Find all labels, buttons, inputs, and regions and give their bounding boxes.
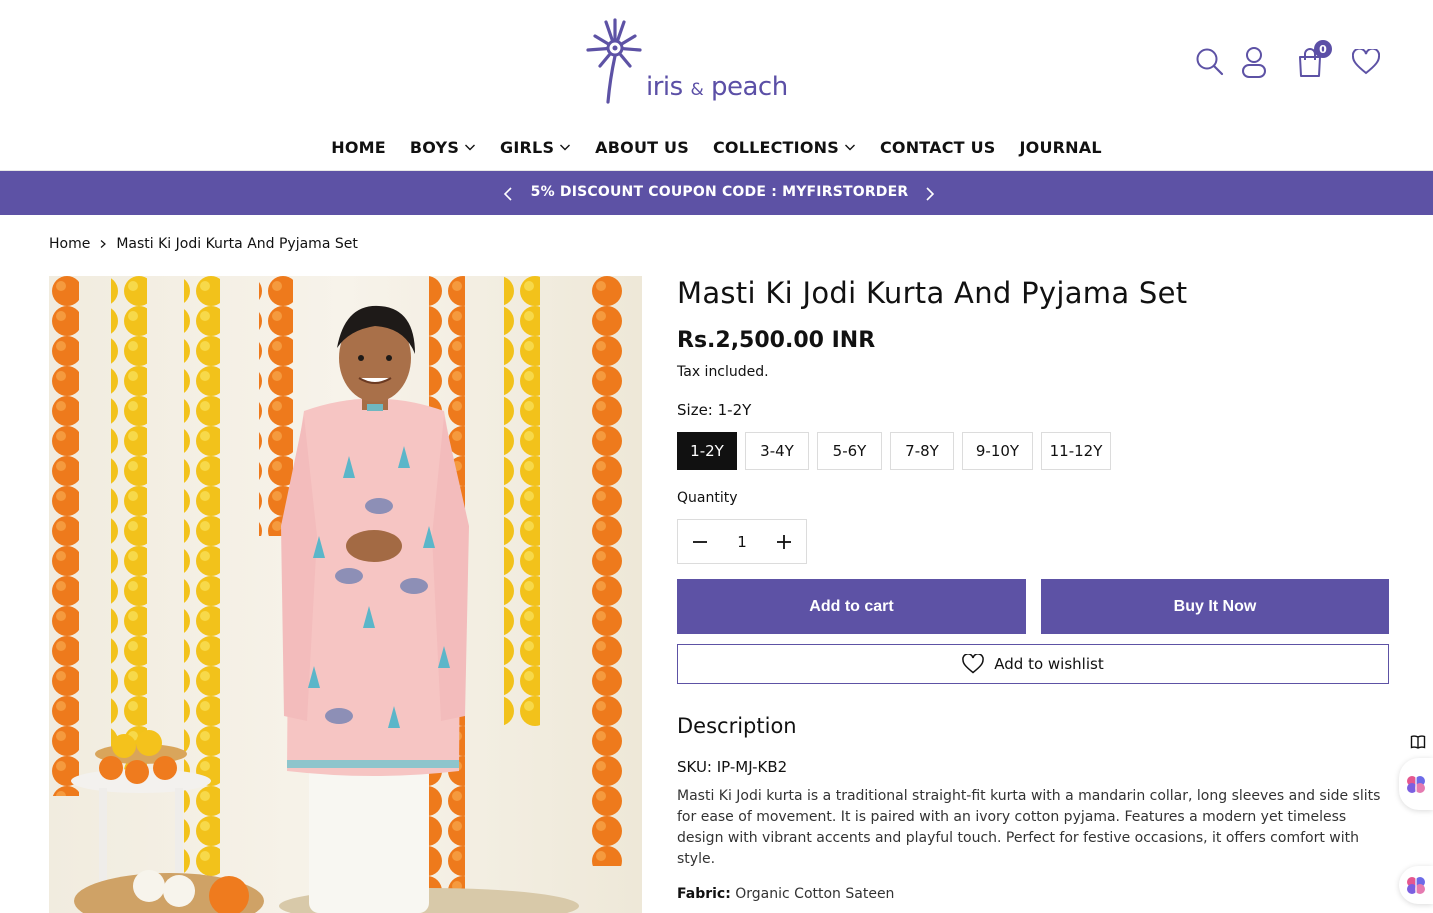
- nav-item-about-us[interactable]: ABOUT US: [595, 134, 689, 160]
- breadcrumb-home-link[interactable]: Home: [49, 236, 90, 252]
- book-widget-button[interactable]: [1403, 722, 1433, 762]
- ai-assistant-widget-button[interactable]: [1399, 758, 1433, 810]
- product-fabric: Fabric: Organic Cotton Sateen: [677, 886, 894, 902]
- size-options: 1-2Y 3-4Y 5-6Y 7-8Y 9-10Y 11-12Y: [677, 432, 1111, 470]
- quantity-increase-button[interactable]: [762, 520, 806, 564]
- account-icon[interactable]: [1234, 42, 1274, 82]
- main-nav: HOME BOYS GIRLS ABOUT US COLLECTIONS CON…: [0, 134, 1433, 160]
- header-actions: 0: [1190, 40, 1390, 82]
- size-option-7-8y[interactable]: 7-8Y: [890, 432, 954, 470]
- nav-item-journal[interactable]: JOURNAL: [1019, 134, 1101, 160]
- fabric-label: Fabric:: [677, 886, 731, 902]
- brain-icon: [1407, 877, 1425, 894]
- add-to-wishlist-button[interactable]: Add to wishlist: [677, 644, 1389, 684]
- book-icon: [1410, 735, 1426, 749]
- nav-item-girls[interactable]: GIRLS: [500, 134, 571, 160]
- fabric-value: Organic Cotton Sateen: [735, 886, 895, 902]
- announcement-text: 5% DISCOUNT COUPON CODE : MYFIRSTORDER: [530, 184, 909, 200]
- heart-icon: [962, 654, 985, 674]
- chevron-down-icon: [560, 144, 571, 151]
- quantity-label: Quantity: [677, 490, 738, 506]
- quantity-input[interactable]: [722, 532, 762, 551]
- site-header: iris & peach 0 HOME BOYS GIRLS ABOUT US …: [0, 0, 1433, 171]
- buy-now-button[interactable]: Buy It Now: [1041, 579, 1389, 634]
- size-option-1-2y[interactable]: 1-2Y: [677, 432, 737, 470]
- chevron-right-icon: [100, 240, 107, 248]
- tax-note: Tax included.: [677, 364, 769, 380]
- brand-wordmark: iris & peach: [646, 72, 788, 102]
- breadcrumb-current: Masti Ki Jodi Kurta And Pyjama Set: [116, 236, 358, 252]
- cart-icon[interactable]: 0: [1290, 40, 1332, 82]
- nav-item-collections[interactable]: COLLECTIONS: [713, 134, 856, 160]
- announcement-bar: 5% DISCOUNT COUPON CODE : MYFIRSTORDER: [0, 171, 1433, 215]
- product-description: Masti Ki Jodi kurta is a traditional str…: [677, 788, 1381, 867]
- product-price: Rs.2,500.00 INR: [677, 328, 876, 353]
- search-icon[interactable]: [1190, 42, 1230, 82]
- product-sku: SKU: IP-MJ-KB2: [677, 758, 788, 776]
- product-photo: [49, 276, 642, 913]
- quantity-stepper: [677, 519, 807, 564]
- size-option-11-12y[interactable]: 11-12Y: [1041, 432, 1111, 470]
- minus-icon: [693, 540, 707, 543]
- size-option-5-6y[interactable]: 5-6Y: [817, 432, 882, 470]
- ai-chat-widget-button[interactable]: [1399, 866, 1433, 904]
- breadcrumb: Home Masti Ki Jodi Kurta And Pyjama Set: [49, 236, 358, 252]
- nav-item-boys[interactable]: BOYS: [410, 134, 476, 160]
- chevron-down-icon: [844, 144, 855, 151]
- product-title: Masti Ki Jodi Kurta And Pyjama Set: [677, 276, 1188, 310]
- chevron-right-icon[interactable]: [919, 184, 939, 204]
- description-heading: Description: [677, 714, 797, 738]
- brain-icon: [1407, 776, 1425, 793]
- product-image[interactable]: [49, 276, 642, 913]
- nav-item-home[interactable]: HOME: [331, 134, 386, 160]
- add-to-wishlist-label: Add to wishlist: [994, 655, 1104, 673]
- wishlist-icon[interactable]: [1346, 42, 1386, 82]
- size-option-3-4y[interactable]: 3-4Y: [745, 432, 809, 470]
- size-label: Size: 1-2Y: [677, 401, 752, 419]
- size-option-9-10y[interactable]: 9-10Y: [962, 432, 1033, 470]
- nav-item-contact-us[interactable]: CONTACT US: [880, 134, 996, 160]
- quantity-decrease-button[interactable]: [678, 520, 722, 564]
- plus-icon: [777, 534, 791, 549]
- cart-count-badge: 0: [1314, 40, 1332, 58]
- chevron-down-icon: [465, 144, 476, 151]
- add-to-cart-button[interactable]: Add to cart: [677, 579, 1026, 634]
